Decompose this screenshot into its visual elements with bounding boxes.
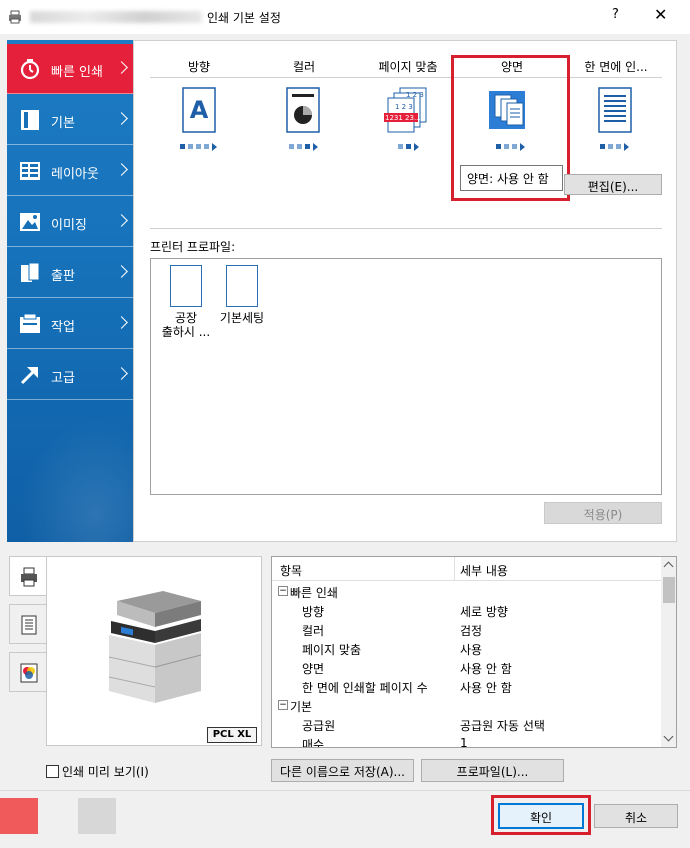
printer-preview-pane: PCL XL	[46, 556, 262, 746]
sidebar-item-label: 고급	[51, 371, 75, 386]
cancel-button[interactable]: 취소	[594, 804, 678, 828]
basic-page-icon	[21, 110, 39, 130]
table-row: 페이지 맞춤 사용	[302, 643, 483, 657]
grayscale-icon[interactable]	[286, 87, 320, 133]
chevron-right-icon	[115, 214, 128, 227]
sidebar-item-label: 작업	[51, 320, 75, 335]
table-row: 양면 사용 안 함	[302, 662, 512, 676]
scroll-thumb[interactable]	[663, 577, 675, 603]
sidebar-item-label: 기본	[51, 116, 75, 131]
window-title: 인쇄 기본 설정	[207, 11, 281, 25]
collapse-icon[interactable]: −	[278, 700, 288, 710]
profile-list: 공장 출하시 ... 기본세팅	[150, 258, 662, 495]
imaging-icon	[20, 213, 40, 231]
checkbox-box[interactable]	[46, 765, 59, 778]
sidebar-item-label: 레이아웃	[51, 167, 99, 182]
sidebar-item-job[interactable]: 작업	[7, 299, 133, 349]
table-row: 매수 1	[302, 736, 468, 748]
category-pages-per-sheet-label: 한 면에 인...	[584, 60, 648, 74]
sidebar-item-quick-print[interactable]: 빠른 인쇄	[7, 44, 133, 94]
footer-decor-red	[0, 798, 38, 834]
sidebar-item-basic[interactable]: 기본	[7, 95, 133, 145]
sidebar: 빠른 인쇄 기본 레이아웃 이미징 출판 작업 고급	[7, 40, 133, 542]
advanced-arrow-icon	[20, 366, 39, 385]
pages-per-sheet-icon[interactable]	[598, 87, 632, 133]
blurred-printer-name	[30, 11, 202, 23]
category-collate-label: 페이지 맞춤	[378, 60, 438, 74]
table-row: 컬러 검정	[302, 624, 483, 638]
profile-document-icon	[170, 265, 202, 307]
sidebar-item-advanced[interactable]: 고급	[7, 350, 133, 400]
chevron-right-icon	[115, 112, 128, 125]
sidebar-item-label: 빠른 인쇄	[51, 65, 103, 80]
svg-text:1 2 3: 1 2 3	[395, 103, 413, 111]
printer-icon	[21, 567, 37, 587]
table-row: 방향 세로 방향	[302, 605, 508, 619]
footer-decor-grey	[78, 798, 116, 834]
table-row-group: − 빠른 인쇄	[278, 586, 338, 600]
color-options-indicator	[289, 143, 318, 151]
color-palette-icon	[20, 663, 38, 683]
sidebar-item-imaging[interactable]: 이미징	[7, 197, 133, 247]
sidebar-item-publishing[interactable]: 출판	[7, 248, 133, 298]
help-button[interactable]: ?	[612, 7, 619, 22]
collate-icon[interactable]: 1 2 3 1 2 3 1231 23...	[384, 87, 430, 133]
close-button[interactable]: ✕	[654, 5, 667, 24]
ok-button[interactable]: 확인	[498, 803, 584, 829]
table-row-group: − 기본	[278, 700, 313, 714]
orientation-options-indicator	[180, 143, 217, 151]
title-bar: 인쇄 기본 설정 ? ✕	[0, 0, 690, 34]
portrait-a-icon[interactable]: A	[182, 87, 216, 133]
profile-button[interactable]: 프로파일(L)...	[421, 759, 564, 782]
sidebar-item-layout[interactable]: 레이아웃	[7, 146, 133, 196]
chevron-right-icon	[115, 316, 128, 329]
stopwatch-icon	[20, 59, 40, 80]
table-row: 공급원 공급원 자동 선택	[302, 719, 545, 733]
collapse-icon[interactable]: −	[278, 586, 288, 596]
job-icon	[20, 313, 40, 333]
print-preview-checkbox[interactable]: 인쇄 미리 보기(I)	[46, 763, 149, 780]
edit-button[interactable]: 편집(E)...	[564, 174, 662, 195]
pages-per-sheet-options-indicator	[600, 143, 629, 151]
chevron-right-icon	[115, 265, 128, 278]
page-icon	[21, 615, 37, 635]
preview-tabs	[9, 556, 47, 694]
tab-printer-preview[interactable]	[9, 556, 47, 596]
chevron-right-icon	[115, 367, 128, 380]
category-color-label: 컬러	[292, 60, 316, 74]
chevron-right-icon	[115, 61, 128, 74]
publishing-icon	[21, 262, 40, 282]
scroll-up-icon[interactable]	[663, 561, 674, 572]
header-item: 항목	[280, 564, 303, 578]
tab-page-preview[interactable]	[9, 604, 47, 644]
profile-label-line2: 출하시 ...	[161, 325, 211, 339]
summary-scrollbar[interactable]	[661, 557, 676, 747]
header-detail: 세부 내용	[460, 564, 508, 578]
printer-profile-label: 프린터 프로파일:	[150, 240, 236, 254]
table-header: 항목 세부 내용	[272, 557, 661, 581]
sidebar-item-label: 출판	[51, 269, 75, 284]
svg-text:1 2 3: 1 2 3	[406, 91, 424, 99]
scroll-down-icon[interactable]	[663, 731, 674, 742]
duplex-tooltip: 양면: 사용 안 함	[460, 165, 563, 191]
pcl-xl-badge: PCL XL	[207, 727, 257, 743]
profile-basic-setting[interactable]: 기본세팅	[207, 265, 277, 325]
layout-icon	[20, 162, 40, 180]
profile-label-line1: 기본세팅	[219, 311, 265, 325]
settings-summary-table[interactable]: 항목 세부 내용 − 빠른 인쇄 방향 세로 방향 컬러 검정 페이지 맞춤 사…	[271, 556, 677, 748]
sidebar-item-label: 이미징	[51, 218, 87, 233]
tab-color-preview[interactable]	[9, 652, 47, 692]
quick-print-panel: 방향 컬러 페이지 맞춤 양면 한 면에 인... A 1 2 3 1 2 3 …	[133, 40, 677, 542]
svg-text:A: A	[190, 96, 209, 124]
category-orientation-label: 방향	[187, 60, 211, 74]
printer-illustration	[108, 591, 202, 703]
apply-button[interactable]: 적용(P)	[544, 502, 662, 524]
collate-sequence-label: 1231 23...	[385, 114, 421, 122]
chevron-right-icon	[115, 163, 128, 176]
save-as-button[interactable]: 다른 이름으로 저장(A)...	[271, 759, 414, 782]
collate-options-indicator	[398, 143, 419, 151]
table-row: 한 면에 인쇄할 페이지 수 사용 안 함	[302, 681, 512, 695]
printer-icon	[9, 10, 21, 24]
profile-document-icon	[226, 265, 258, 307]
